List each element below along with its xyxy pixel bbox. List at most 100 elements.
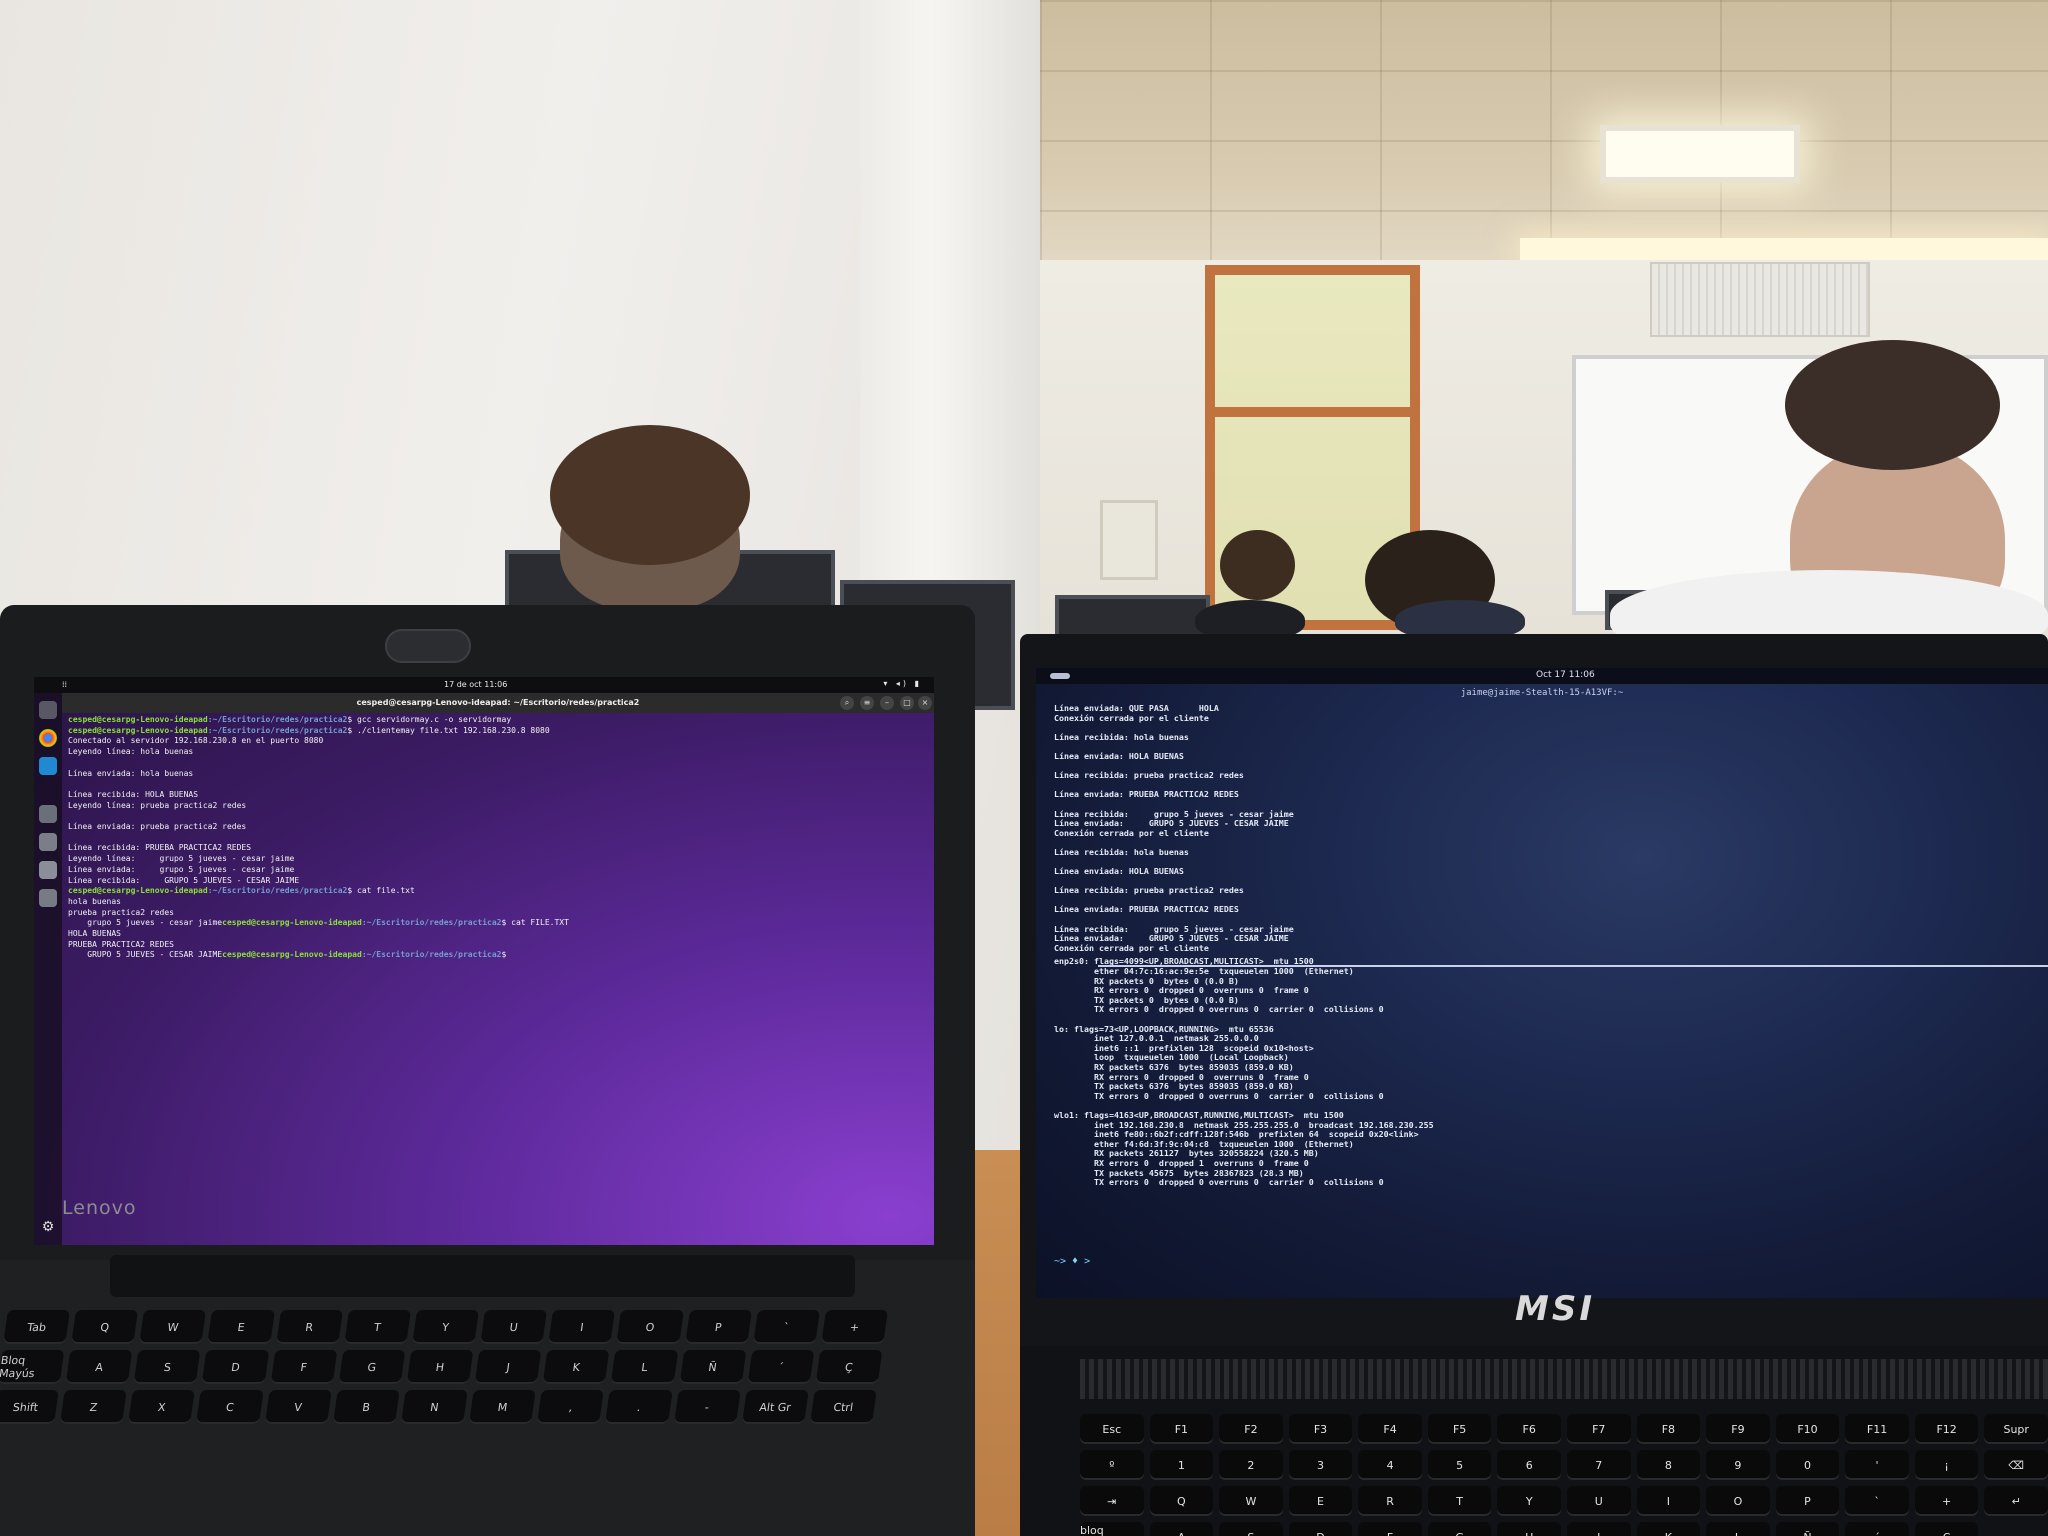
keyboard-key[interactable]: V xyxy=(264,1390,332,1424)
keyboard-key[interactable]: F8 xyxy=(1636,1414,1701,1444)
system-tray[interactable]: ▾ ◂) ▮ xyxy=(883,679,922,688)
keyboard-key[interactable]: F11 xyxy=(1845,1414,1909,1444)
keyboard-key[interactable]: 5 xyxy=(1427,1450,1492,1480)
keyboard-key[interactable]: S xyxy=(133,1350,201,1384)
keyboard-key[interactable]: F3 xyxy=(1288,1414,1353,1444)
keyboard-key[interactable]: H xyxy=(406,1350,474,1384)
keyboard-key[interactable]: ` xyxy=(1845,1486,1909,1516)
keyboard-key[interactable]: W xyxy=(1219,1486,1283,1516)
keyboard-key[interactable]: D xyxy=(1288,1522,1353,1536)
keyboard-key[interactable]: K xyxy=(542,1350,610,1384)
keyboard-key[interactable]: F10 xyxy=(1775,1414,1840,1444)
terminal-icon[interactable] xyxy=(39,701,57,719)
keyboard-key[interactable]: H xyxy=(1497,1522,1561,1536)
keyboard-key[interactable]: F5 xyxy=(1427,1414,1492,1444)
keyboard-key[interactable]: 1 xyxy=(1149,1450,1214,1480)
lenovo-terminal-output[interactable]: cesped@cesarpg-Lenovo-ideapad:~/Escritor… xyxy=(68,715,918,961)
text-editor-icon[interactable] xyxy=(39,833,57,851)
show-apps-icon[interactable]: ⚙ xyxy=(39,1219,57,1237)
keyboard-key[interactable]: Tab xyxy=(3,1310,71,1344)
keyboard-key[interactable]: F2 xyxy=(1219,1414,1283,1444)
keyboard-key[interactable]: Bloq Mayús xyxy=(0,1350,65,1384)
keyboard-key[interactable]: S xyxy=(1219,1522,1283,1536)
keyboard-key[interactable]: K xyxy=(1636,1522,1701,1536)
keyboard-key[interactable]: Supr xyxy=(1984,1414,2048,1444)
keyboard-key[interactable]: J xyxy=(1567,1522,1631,1536)
keyboard-key[interactable]: ⌫ xyxy=(1984,1450,2048,1480)
keyboard-key[interactable]: O xyxy=(616,1310,684,1344)
keyboard-key[interactable]: W xyxy=(139,1310,207,1344)
keyboard-key[interactable]: Shift xyxy=(0,1390,59,1424)
pane-divider[interactable] xyxy=(1098,965,2048,967)
keyboard-key[interactable]: I xyxy=(548,1310,616,1344)
keyboard-key[interactable]: A xyxy=(65,1350,133,1384)
msi-topbar-clock[interactable]: Oct 17 11:06 xyxy=(1536,670,1595,680)
keyboard-key[interactable]: E xyxy=(207,1310,275,1344)
keyboard-key[interactable]: F6 xyxy=(1497,1414,1561,1444)
keyboard-key[interactable]: bloq mayús xyxy=(1080,1522,1144,1536)
keyboard-key[interactable]: Z xyxy=(60,1390,128,1424)
document-icon[interactable] xyxy=(39,861,57,879)
keyboard-key[interactable]: X xyxy=(128,1390,196,1424)
keyboard-key[interactable]: L xyxy=(610,1350,678,1384)
keyboard-key[interactable]: Q xyxy=(71,1310,139,1344)
msi-prompt[interactable]: ~> ♦ > xyxy=(1054,1256,1090,1267)
keyboard-key[interactable]: F xyxy=(270,1350,338,1384)
workspace-indicator[interactable] xyxy=(1050,673,1070,679)
keyboard-key[interactable]: 8 xyxy=(1636,1450,1701,1480)
keyboard-key[interactable]: Ctrl xyxy=(809,1390,877,1424)
minimize-icon[interactable]: – xyxy=(880,696,894,710)
activities-button[interactable]: ⁞⁞ xyxy=(62,680,67,689)
keyboard-key[interactable]: 2 xyxy=(1219,1450,1283,1480)
keyboard-key[interactable]: ´ xyxy=(1845,1522,1909,1536)
keyboard-key[interactable]: C xyxy=(196,1390,264,1424)
keyboard-key[interactable]: M xyxy=(469,1390,536,1424)
keyboard-key[interactable]: R xyxy=(1358,1486,1422,1516)
keyboard-key[interactable]: F4 xyxy=(1358,1414,1422,1444)
keyboard-key[interactable]: A xyxy=(1149,1522,1214,1536)
keyboard-key[interactable]: F12 xyxy=(1914,1414,1979,1444)
keyboard-key[interactable]: I xyxy=(1636,1486,1701,1516)
keyboard-key[interactable]: + xyxy=(1914,1486,1979,1516)
keyboard-key[interactable]: ⇥ xyxy=(1080,1486,1144,1516)
keyboard-key[interactable]: ` xyxy=(752,1310,820,1344)
keyboard-key[interactable]: F7 xyxy=(1567,1414,1631,1444)
keyboard-key[interactable]: T xyxy=(343,1310,411,1344)
keyboard-key[interactable]: º xyxy=(1080,1450,1144,1480)
keyboard-key[interactable]: - xyxy=(673,1390,741,1424)
keyboard-key[interactable]: T xyxy=(1427,1486,1492,1516)
keyboard-key[interactable]: P xyxy=(684,1310,752,1344)
keyboard-key[interactable]: N xyxy=(400,1390,468,1424)
keyboard-key[interactable]: U xyxy=(1567,1486,1631,1516)
keyboard-key[interactable]: Ñ xyxy=(679,1350,747,1384)
keyboard-key[interactable]: 3 xyxy=(1288,1450,1353,1480)
keyboard-key[interactable]: G xyxy=(1427,1522,1492,1536)
keyboard-key[interactable]: F9 xyxy=(1706,1414,1770,1444)
keyboard-key[interactable]: 0 xyxy=(1775,1450,1840,1480)
keyboard-key[interactable]: Y xyxy=(412,1310,480,1344)
keyboard-key[interactable]: Esc xyxy=(1080,1414,1144,1444)
keyboard-key[interactable]: Alt Gr xyxy=(741,1390,809,1424)
keyboard-key[interactable]: B xyxy=(332,1390,400,1424)
keyboard-key[interactable]: Q xyxy=(1149,1486,1214,1516)
chrome-icon[interactable] xyxy=(39,729,57,747)
keyboard-key[interactable]: ↵ xyxy=(1984,1486,2048,1516)
menu-icon[interactable]: ≡ xyxy=(860,696,874,710)
close-icon[interactable]: × xyxy=(918,696,932,710)
keyboard-key[interactable]: 4 xyxy=(1358,1450,1422,1480)
keyboard-key[interactable]: F xyxy=(1358,1522,1422,1536)
keyboard-key[interactable]: D xyxy=(202,1350,269,1384)
keyboard-key[interactable]: U xyxy=(480,1310,548,1344)
keyboard-key[interactable]: ' xyxy=(1845,1450,1909,1480)
keyboard-key[interactable]: 7 xyxy=(1567,1450,1631,1480)
keyboard-key[interactable]: E xyxy=(1288,1486,1353,1516)
keyboard-key[interactable]: + xyxy=(821,1310,889,1344)
keyboard-key[interactable]: O xyxy=(1706,1486,1770,1516)
keyboard-key[interactable]: P xyxy=(1775,1486,1840,1516)
keyboard-key[interactable]: 9 xyxy=(1706,1450,1770,1480)
topbar-clock[interactable]: 17 de oct 11:06 xyxy=(444,680,507,689)
keyboard-key[interactable]: R xyxy=(275,1310,343,1344)
keyboard-key[interactable]: . xyxy=(605,1390,673,1424)
keyboard-key[interactable]: Y xyxy=(1497,1486,1561,1516)
keyboard-key[interactable]: , xyxy=(537,1390,605,1424)
